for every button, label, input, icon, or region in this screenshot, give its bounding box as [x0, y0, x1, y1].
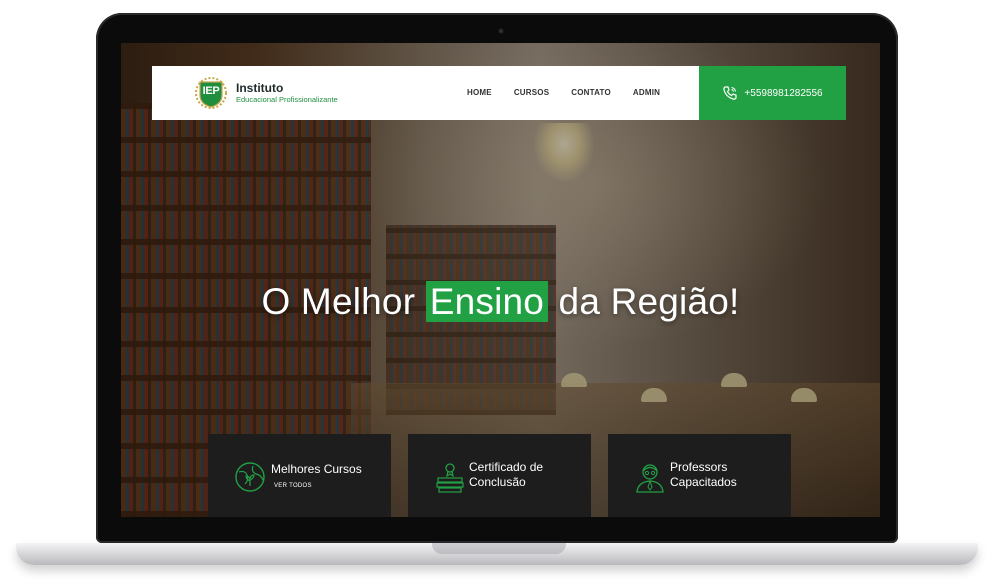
- phone-button[interactable]: +5598981282556: [699, 66, 846, 120]
- menu-home[interactable]: HOME: [467, 88, 492, 97]
- feature-title: Melhores Cursos: [271, 462, 362, 476]
- hero-headline: O Melhor Ensino da Região!: [121, 281, 880, 323]
- hero-highlight: Ensino: [425, 281, 549, 322]
- teacher-icon: [636, 464, 664, 493]
- logo-subtitle: Educacional Profissionalizante: [236, 95, 338, 104]
- logo-badge-text: IEP: [202, 85, 220, 97]
- logo-shield-icon: IEP: [192, 77, 230, 109]
- webcam: [498, 28, 504, 34]
- main-menu: HOME CURSOS CONTATO ADMIN: [467, 88, 660, 97]
- feature-title-line1: Certificado de: [469, 460, 544, 474]
- phone-icon: [723, 86, 738, 100]
- certificate-books-icon: [436, 463, 464, 493]
- menu-cursos[interactable]: CURSOS: [514, 88, 549, 97]
- logo-name: Instituto: [236, 81, 284, 95]
- menu-admin[interactable]: ADMIN: [633, 88, 660, 97]
- menu-contato[interactable]: CONTATO: [571, 88, 611, 97]
- phone-number: +5598981282556: [744, 87, 823, 99]
- view-all-link[interactable]: VER TODOS: [274, 483, 312, 489]
- feature-card-teachers: Professors Capacitados: [608, 434, 791, 517]
- feature-title: Certificado de Conclusão: [469, 460, 543, 490]
- feature-card-courses[interactable]: Melhores Cursos VER TODOS: [208, 434, 391, 517]
- feature-title-line2: Conclusão: [469, 475, 526, 489]
- browser-screen: IEP Instituto Educacional Profissionaliz…: [121, 43, 880, 517]
- navbar: IEP Instituto Educacional Profissionaliz…: [152, 66, 699, 120]
- feature-title: Professors Capacitados: [670, 460, 737, 490]
- hero-text-after: da Região!: [558, 281, 740, 322]
- globe-plant-icon: [235, 462, 265, 492]
- laptop-notch: [432, 543, 566, 554]
- hero-text-before: O Melhor: [261, 281, 416, 322]
- site-logo[interactable]: IEP Instituto Educacional Profissionaliz…: [192, 77, 338, 109]
- feature-title-line2: Capacitados: [670, 475, 737, 489]
- feature-card-certificate: Certificado de Conclusão: [408, 434, 591, 517]
- feature-title-line1: Professors: [670, 460, 728, 474]
